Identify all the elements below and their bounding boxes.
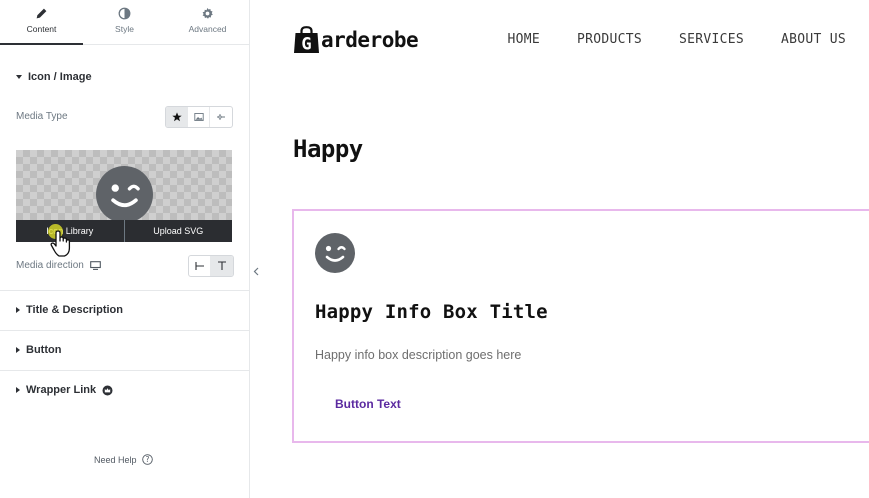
hand-pointer-icon — [50, 230, 71, 257]
section-wrapper-link[interactable]: Wrapper Link — [16, 384, 113, 396]
section-wrapper-link-label: Wrapper Link — [26, 384, 97, 396]
media-direction-row: Media direction — [16, 260, 101, 271]
section-title-description-label: Title & Description — [26, 304, 123, 316]
divider — [0, 370, 249, 371]
gear-icon — [202, 7, 213, 19]
site-logo[interactable]: G arderobe — [293, 26, 419, 54]
svg-path-icon — [217, 114, 225, 120]
tab-advanced[interactable]: Advanced — [166, 0, 249, 44]
tab-style-label: Style — [115, 24, 134, 34]
shopping-bag-logo-icon: G — [293, 26, 320, 54]
pro-crown-icon — [102, 385, 113, 395]
media-direction-label: Media direction — [16, 260, 84, 271]
tab-content-label: Content — [26, 24, 57, 34]
info-box-button[interactable]: Button Text — [335, 397, 401, 411]
direction-left-option[interactable] — [189, 256, 211, 276]
editor-panel: Content Style Advanced Icon / Image Medi… — [0, 0, 250, 498]
tab-style[interactable]: Style — [83, 0, 166, 44]
info-box-title: Happy Info Box Title — [315, 301, 548, 323]
star-icon — [171, 112, 182, 122]
tab-content[interactable]: Content — [0, 0, 83, 45]
main-nav: HOME PRODUCTS SERVICES ABOUT US — [507, 32, 846, 47]
align-left-icon — [194, 262, 204, 270]
section-icon-image-label: Icon / Image — [28, 71, 92, 83]
chevron-left-icon — [253, 267, 259, 275]
panel-tabs: Content Style Advanced — [0, 0, 249, 45]
nav-about-us[interactable]: ABOUT US — [781, 32, 846, 47]
media-type-image-option[interactable] — [188, 107, 210, 127]
info-box[interactable]: Happy Info Box Title Happy info box desc… — [292, 209, 869, 443]
section-button[interactable]: Button — [16, 344, 61, 356]
media-type-switch — [165, 106, 233, 128]
upload-svg-button[interactable]: Upload SVG — [123, 220, 233, 242]
desktop-icon[interactable] — [89, 261, 101, 270]
media-type-icon-option[interactable] — [166, 107, 188, 127]
section-icon-image[interactable]: Icon / Image — [16, 71, 92, 83]
panel-collapse-handle[interactable] — [250, 258, 262, 284]
need-help-link[interactable]: Need Help ? — [94, 454, 153, 465]
wink-face-icon — [315, 233, 355, 273]
media-type-svg-option[interactable] — [210, 107, 232, 127]
logo-text: arderobe — [321, 28, 419, 52]
section-button-label: Button — [26, 344, 62, 356]
need-help-label: Need Help — [94, 454, 137, 465]
divider — [0, 330, 249, 331]
caret-right-icon — [16, 347, 20, 353]
section-title-description[interactable]: Title & Description — [16, 304, 123, 316]
direction-top-option[interactable] — [211, 256, 233, 276]
nav-services[interactable]: SERVICES — [679, 32, 744, 47]
page-heading: Happy — [293, 135, 363, 163]
media-type-label: Media Type — [16, 111, 68, 122]
align-top-icon — [218, 261, 226, 270]
logo-letter: G — [301, 35, 311, 55]
media-direction-switch — [188, 255, 234, 277]
caret-right-icon — [16, 387, 20, 393]
nav-products[interactable]: PRODUCTS — [577, 32, 642, 47]
caret-right-icon — [16, 307, 20, 313]
nav-home[interactable]: HOME — [507, 32, 540, 47]
question-circle-icon: ? — [141, 454, 153, 465]
caret-down-icon — [16, 75, 22, 79]
image-icon — [193, 113, 204, 121]
site-preview: G arderobe HOME PRODUCTS SERVICES ABOUT … — [263, 0, 869, 498]
wink-face-icon — [96, 166, 153, 223]
info-box-description: Happy info box description goes here — [315, 348, 522, 362]
divider — [0, 290, 249, 291]
pencil-icon — [36, 8, 47, 19]
half-circle-icon — [118, 7, 131, 20]
svg-text:?: ? — [145, 455, 149, 464]
tab-advanced-label: Advanced — [188, 24, 227, 34]
